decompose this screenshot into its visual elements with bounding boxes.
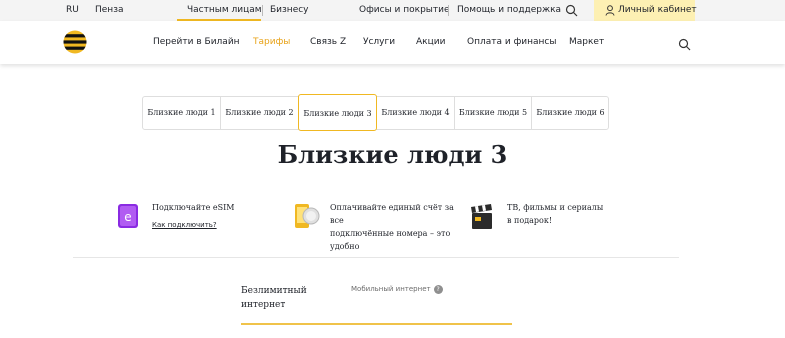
nav-item-svyaz-z[interactable]: Связь Z bbox=[310, 37, 346, 48]
offices-link[interactable]: Офисы и покрытие bbox=[359, 5, 450, 16]
mobile-internet-label: Мобильный интернет? bbox=[351, 284, 443, 294]
unlimited-line-2: интернет bbox=[241, 300, 286, 310]
svg-text:e: e bbox=[124, 210, 131, 224]
search-icon[interactable] bbox=[678, 36, 691, 55]
tab-close-people-3[interactable]: Близкие люди 3 bbox=[298, 94, 377, 131]
nav-item-services[interactable]: Услуги bbox=[363, 37, 395, 48]
help-icon[interactable]: ? bbox=[433, 284, 443, 294]
feature-single-bill: Оплачивайте единый счёт за все подключён… bbox=[330, 201, 470, 253]
segment-private[interactable]: Частным лицам bbox=[187, 5, 262, 16]
segment-business[interactable]: Бизнесу bbox=[270, 5, 309, 16]
help-link[interactable]: Помощь и поддержка bbox=[457, 5, 561, 16]
unlimited-line-1: Безлимитный bbox=[241, 286, 307, 296]
feature-esim-text: Подключайте eSIM bbox=[152, 203, 235, 212]
feature-tv: ТВ, фильмы и сериалы в подарок! bbox=[507, 201, 603, 227]
tariff-tabs: Близкие люди 1 Близкие люди 2 Близкие лю… bbox=[142, 94, 609, 131]
accent-underline bbox=[241, 323, 512, 325]
esim-how-to-link[interactable]: Как подключить? bbox=[152, 219, 234, 232]
personal-cabinet-label: Личный кабинет bbox=[618, 5, 697, 15]
personal-cabinet-button[interactable]: Личный кабинет bbox=[594, 0, 697, 21]
nav-item-tariffs[interactable]: Тарифы bbox=[253, 37, 290, 48]
divider bbox=[262, 5, 263, 16]
language-switch[interactable]: RU bbox=[66, 5, 79, 16]
esim-icon: e bbox=[117, 203, 139, 233]
unlimited-internet-label: Безлимитный интернет bbox=[241, 284, 307, 312]
tab-close-people-1[interactable]: Близкие люди 1 bbox=[143, 97, 221, 129]
nav-item-go-beeline[interactable]: Перейти в Билайн bbox=[153, 37, 240, 48]
feature-esim: Подключайте eSIM Как подключить? bbox=[152, 201, 234, 232]
nav-item-promotions[interactable]: Акции bbox=[416, 37, 445, 48]
city-selector[interactable]: Пенза bbox=[95, 5, 124, 16]
divider bbox=[448, 5, 449, 16]
top-bar: RU Пенза Частным лицам Бизнесу Офисы и п… bbox=[0, 0, 785, 21]
page-title: Близкие люди 3 bbox=[277, 140, 508, 169]
main-nav: Перейти в Билайн Тарифы Связь Z Услуги А… bbox=[0, 21, 785, 64]
search-icon[interactable] bbox=[565, 4, 578, 20]
mobile-internet-text: Мобильный интернет bbox=[351, 285, 431, 293]
user-icon bbox=[605, 5, 615, 19]
nav-item-payments[interactable]: Оплата и финансы bbox=[467, 37, 556, 48]
tab-close-people-2[interactable]: Близкие люди 2 bbox=[221, 97, 299, 129]
tab-close-people-5[interactable]: Близкие люди 5 bbox=[455, 97, 532, 129]
clapperboard-icon bbox=[469, 203, 495, 235]
phone-coin-icon bbox=[294, 202, 322, 234]
nav-item-market[interactable]: Маркет bbox=[569, 37, 604, 48]
beeline-logo-icon[interactable] bbox=[63, 30, 87, 58]
tab-close-people-4[interactable]: Близкие люди 4 bbox=[377, 97, 455, 129]
divider bbox=[73, 257, 679, 258]
feature-bill-line-3: удобно bbox=[330, 242, 360, 251]
feature-bill-line-2: подключённые номера – это bbox=[330, 229, 451, 238]
feature-bill-line-1: Оплачивайте единый счёт за все bbox=[330, 203, 454, 225]
feature-tv-line-1: ТВ, фильмы и сериалы bbox=[507, 203, 604, 212]
feature-tv-line-2: в подарок! bbox=[507, 216, 553, 225]
tab-close-people-6[interactable]: Близкие люди 6 bbox=[532, 97, 609, 129]
